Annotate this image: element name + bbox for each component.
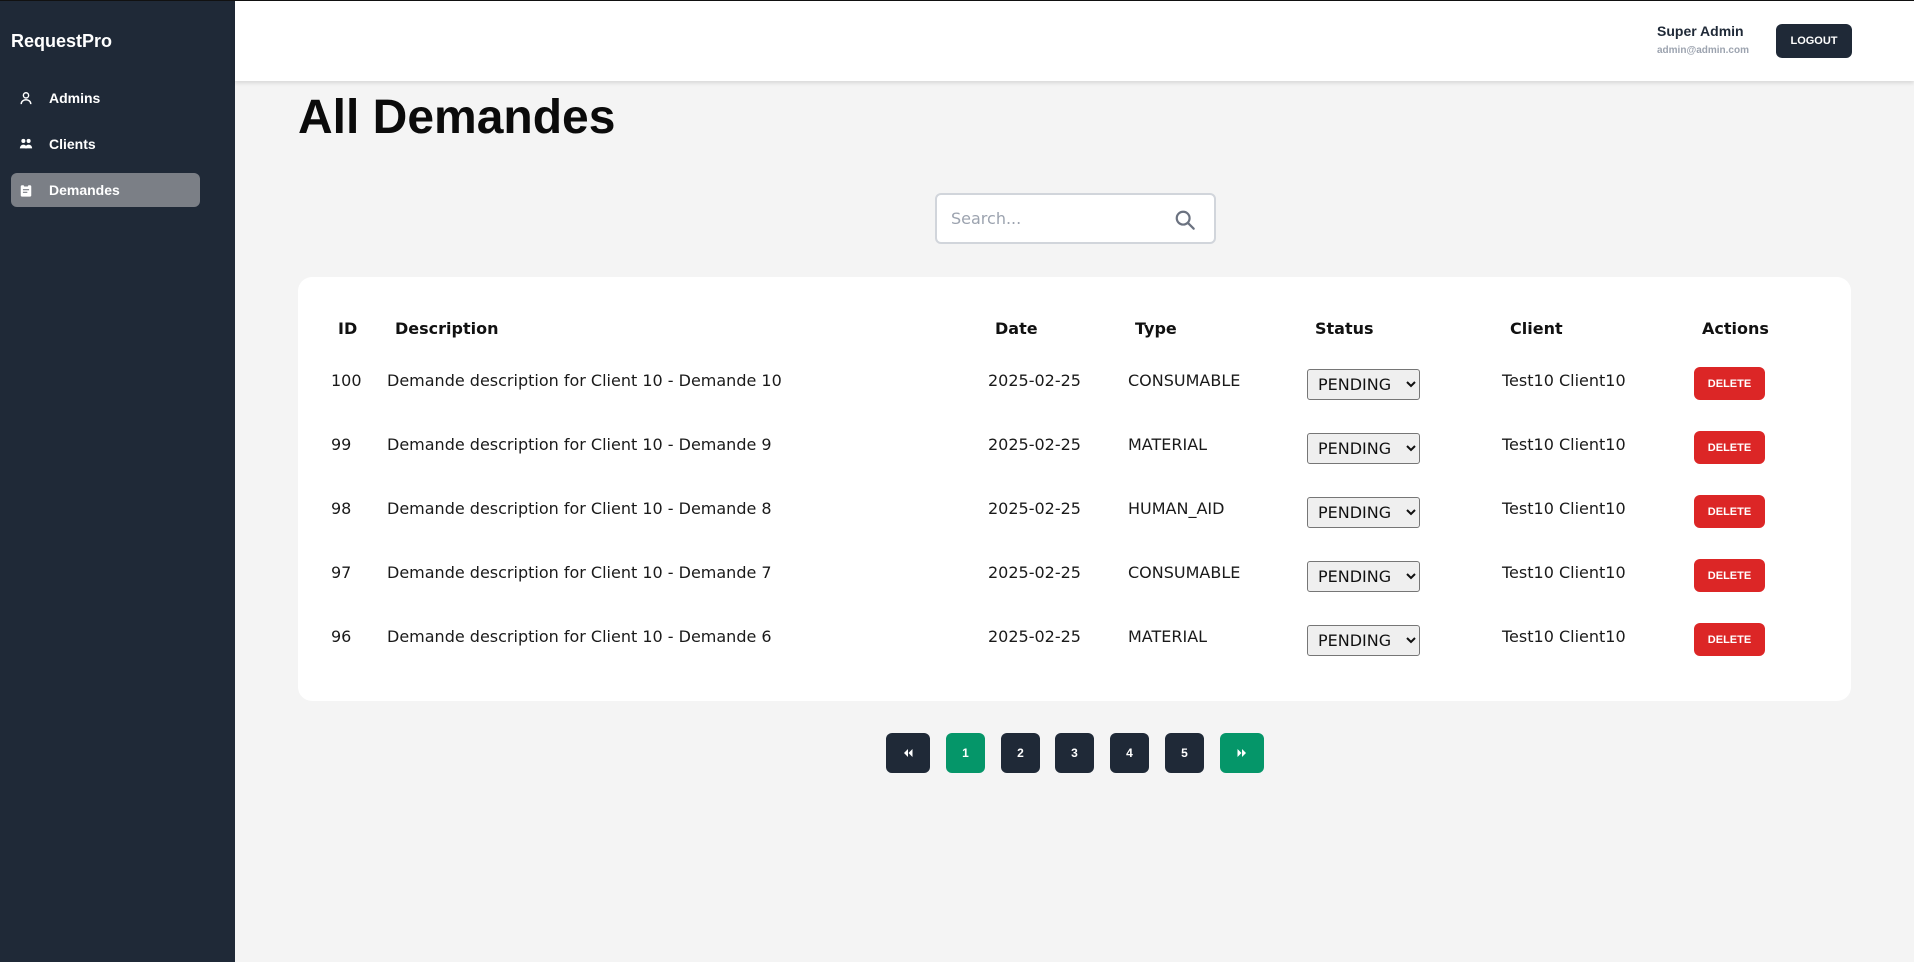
delete-button[interactable]: DELETE — [1694, 559, 1765, 592]
delete-button[interactable]: DELETE — [1694, 367, 1765, 400]
cell-type: MATERIAL — [1128, 627, 1208, 646]
search-icon[interactable] — [1174, 209, 1196, 231]
cell-date: 2025-02-25 — [988, 371, 1081, 390]
status-select[interactable]: PENDING — [1307, 625, 1420, 656]
sidebar-item-demandes[interactable]: Demandes — [11, 173, 200, 207]
table-row: 97 Demande description for Client 10 - D… — [298, 549, 1851, 613]
user-info: Super Admin admin@admin.com — [1657, 23, 1749, 56]
pagination: 1 2 3 4 5 — [0, 733, 1914, 773]
cell-id: 97 — [331, 563, 352, 582]
logout-button[interactable]: LOGOUT — [1776, 24, 1852, 58]
column-header-id: ID — [338, 319, 358, 338]
status-select[interactable]: PENDING — [1307, 497, 1420, 528]
users-icon — [19, 137, 33, 151]
last-page-button[interactable] — [1220, 733, 1264, 773]
page-button-4[interactable]: 4 — [1110, 733, 1149, 773]
cell-description: Demande description for Client 10 - Dema… — [387, 627, 772, 646]
delete-button[interactable]: DELETE — [1694, 495, 1765, 528]
cell-type: MATERIAL — [1128, 435, 1208, 454]
status-select[interactable]: PENDING — [1307, 561, 1420, 592]
demandes-table: ID Description Date Type Status Client A… — [298, 277, 1851, 701]
page-button-1[interactable]: 1 — [946, 733, 985, 773]
column-header-actions: Actions — [1702, 319, 1769, 338]
sidebar-nav: Admins Clients Demandes — [11, 81, 200, 219]
sidebar: RequestPro Admins Clients Demandes — [0, 0, 235, 962]
first-page-button[interactable] — [886, 733, 930, 773]
cell-client: Test10 Client10 — [1502, 435, 1626, 454]
sidebar-item-clients[interactable]: Clients — [11, 127, 200, 161]
table-row: 100 Demande description for Client 10 - … — [298, 357, 1851, 421]
cell-id: 96 — [331, 627, 352, 646]
table-row: 99 Demande description for Client 10 - D… — [298, 421, 1851, 485]
column-header-status: Status — [1315, 319, 1374, 338]
cell-date: 2025-02-25 — [988, 563, 1081, 582]
cell-type: CONSUMABLE — [1128, 563, 1241, 582]
cell-description: Demande description for Client 10 - Dema… — [387, 563, 772, 582]
column-header-description: Description — [395, 319, 499, 338]
delete-button[interactable]: DELETE — [1694, 431, 1765, 464]
cell-id: 100 — [331, 371, 362, 390]
page-button-2[interactable]: 2 — [1001, 733, 1040, 773]
status-select[interactable]: PENDING — [1307, 433, 1420, 464]
user-icon — [19, 91, 33, 105]
table-row: 98 Demande description for Client 10 - D… — [298, 485, 1851, 549]
table-row: 96 Demande description for Client 10 - D… — [298, 613, 1851, 677]
cell-description: Demande description for Client 10 - Dema… — [387, 371, 782, 390]
sidebar-item-admins[interactable]: Admins — [11, 81, 200, 115]
page-title: All Demandes — [298, 91, 616, 144]
cell-description: Demande description for Client 10 - Dema… — [387, 499, 772, 518]
sidebar-item-label: Demandes — [49, 182, 120, 198]
search-box — [935, 193, 1216, 244]
sidebar-item-label: Clients — [49, 136, 96, 152]
cell-client: Test10 Client10 — [1502, 563, 1626, 582]
column-header-date: Date — [995, 319, 1038, 338]
status-select[interactable]: PENDING — [1307, 369, 1420, 400]
cell-id: 98 — [331, 499, 352, 518]
double-chevron-right-icon — [1236, 747, 1248, 759]
column-header-type: Type — [1135, 319, 1177, 338]
cell-date: 2025-02-25 — [988, 435, 1081, 454]
cell-date: 2025-02-25 — [988, 627, 1081, 646]
cell-type: HUMAN_AID — [1128, 499, 1225, 518]
user-name: Super Admin — [1657, 23, 1744, 39]
cell-type: CONSUMABLE — [1128, 371, 1241, 390]
sidebar-item-label: Admins — [49, 90, 101, 106]
cell-date: 2025-02-25 — [988, 499, 1081, 518]
double-chevron-left-icon — [902, 747, 914, 759]
cell-description: Demande description for Client 10 - Dema… — [387, 435, 772, 454]
search-input[interactable] — [951, 209, 1161, 228]
cell-id: 99 — [331, 435, 352, 454]
page-button-3[interactable]: 3 — [1055, 733, 1094, 773]
user-email: admin@admin.com — [1657, 45, 1749, 56]
cell-client: Test10 Client10 — [1502, 627, 1626, 646]
clipboard-icon — [19, 183, 33, 197]
column-header-client: Client — [1510, 319, 1563, 338]
cell-client: Test10 Client10 — [1502, 371, 1626, 390]
cell-client: Test10 Client10 — [1502, 499, 1626, 518]
delete-button[interactable]: DELETE — [1694, 623, 1765, 656]
page-button-5[interactable]: 5 — [1165, 733, 1204, 773]
brand-logo: RequestPro — [11, 31, 113, 51]
